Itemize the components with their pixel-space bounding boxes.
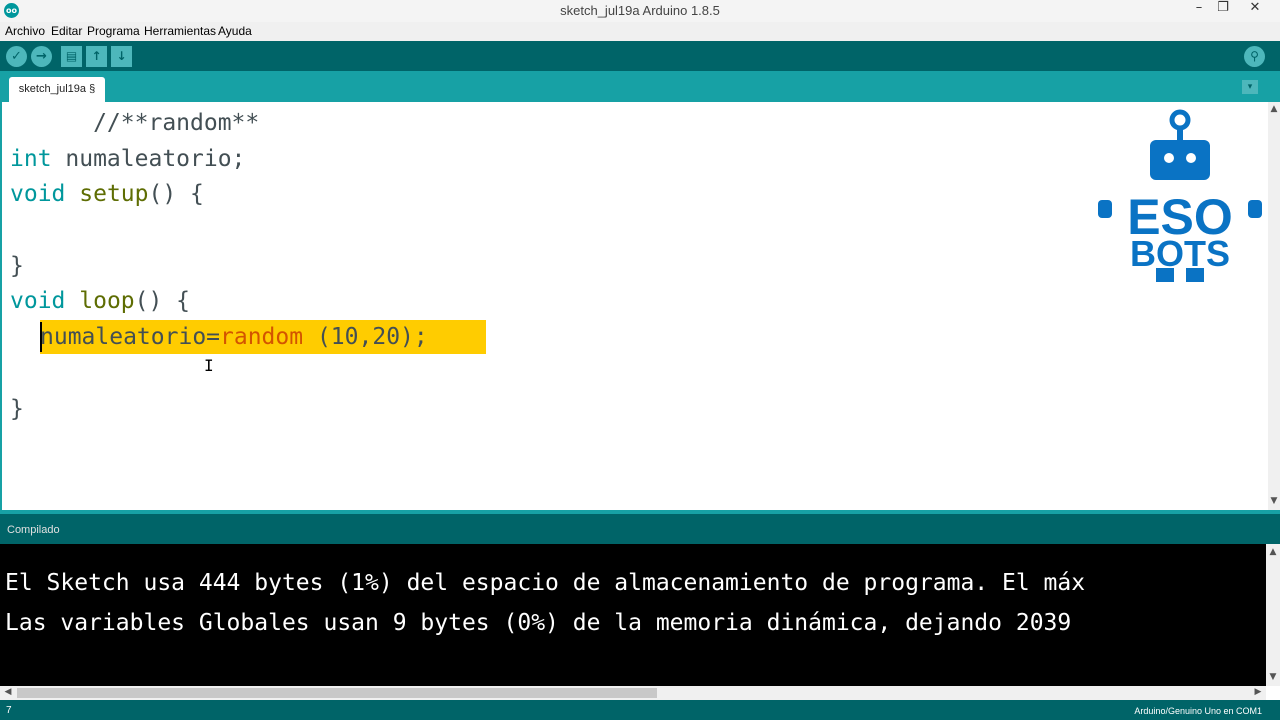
status-bar: Compilado (0, 510, 1280, 544)
menu-bar: Archivo Editar Programa Herramientas Ayu… (0, 22, 1280, 41)
line-number: 7 (6, 705, 12, 716)
tab-strip: sketch_jul19a § ▾ (0, 71, 1280, 102)
function-random: random (220, 324, 304, 350)
title-bar: oo sketch_jul19a Arduino 1.8.5 – ❐ ✕ (0, 0, 1280, 23)
console-line: El Sketch usa 444 bytes (1%) del espacio… (5, 570, 1086, 596)
code-line-close-setup: } (10, 253, 24, 279)
window-title: sketch_jul19a Arduino 1.8.5 (560, 3, 720, 18)
verify-button[interactable]: ✓ (6, 46, 27, 67)
serial-monitor-button[interactable]: ⚲ (1244, 46, 1265, 67)
menu-ayuda[interactable]: Ayuda (218, 24, 252, 38)
menu-herramientas[interactable]: Herramientas (144, 24, 216, 38)
esobots-logo: ESO BOTS (1098, 109, 1262, 282)
ibeam-cursor-icon: I (204, 356, 214, 375)
keyword-int: int (10, 146, 52, 172)
new-sketch-button[interactable]: ▤ (61, 46, 82, 67)
keyword-void: void (10, 181, 66, 207)
code-line-loop: void loop() { (10, 284, 190, 318)
footer-bar: 7 Arduino/Genuino Uno en COM1 (0, 700, 1280, 720)
console-vertical-scrollbar[interactable]: ▲ ▼ (1266, 544, 1280, 686)
menu-programa[interactable]: Programa (87, 24, 140, 38)
menu-editar[interactable]: Editar (51, 24, 82, 38)
function-setup: setup (79, 181, 149, 207)
toolbar: ✓ → ▤ ↑ ↓ ⚲ (0, 41, 1280, 71)
scroll-down-icon[interactable]: ▼ (1268, 496, 1280, 506)
console-line: Las variables Globales usan 9 bytes (0%)… (5, 610, 1072, 636)
editor-vertical-scrollbar[interactable]: ▲ ▼ (1268, 102, 1280, 510)
text-caret (40, 322, 42, 352)
code-line-comment: //**random** (10, 110, 260, 136)
code-line-close-loop: } (10, 396, 24, 422)
logo-text-bots: BOTS (1130, 233, 1230, 274)
variable-name: numaleatorio; (51, 146, 246, 172)
function-loop: loop (79, 288, 135, 314)
scroll-right-icon[interactable]: ▶ (1252, 687, 1264, 697)
tab-menu-button[interactable]: ▾ (1242, 80, 1258, 94)
assignment-target: numaleatorio= (40, 324, 221, 350)
console-output[interactable]: El Sketch usa 444 bytes (1%) del espacio… (0, 544, 1266, 686)
code-line-declaration: int numaleatorio; (10, 142, 245, 176)
close-button[interactable]: ✕ (1240, 0, 1270, 22)
scroll-left-icon[interactable]: ◀ (2, 687, 14, 697)
scroll-down-icon[interactable]: ▼ (1266, 672, 1280, 682)
tab-sketch[interactable]: sketch_jul19a § (9, 77, 105, 102)
console-horizontal-scrollbar[interactable]: ◀ ▶ (0, 686, 1266, 700)
random-args: (10,20); (303, 324, 428, 350)
loop-parens: () { (134, 288, 191, 314)
code-line-setup: void setup() { (10, 177, 204, 211)
status-text: Compilado (7, 524, 60, 536)
scroll-up-icon[interactable]: ▲ (1266, 547, 1280, 557)
code-line-random: numaleatorio=random (10,20); (40, 320, 428, 354)
upload-button[interactable]: → (31, 46, 52, 67)
open-sketch-button[interactable]: ↑ (86, 46, 107, 67)
keyword-void: void (10, 288, 66, 314)
scrollbar-thumb[interactable] (17, 688, 657, 698)
scroll-up-icon[interactable]: ▲ (1268, 104, 1280, 114)
setup-parens: () { (148, 181, 204, 207)
save-sketch-button[interactable]: ↓ (111, 46, 132, 67)
restore-button[interactable]: ❐ (1208, 0, 1238, 22)
menu-archivo[interactable]: Archivo (5, 24, 45, 38)
board-port-info: Arduino/Genuino Uno en COM1 (1134, 706, 1262, 716)
